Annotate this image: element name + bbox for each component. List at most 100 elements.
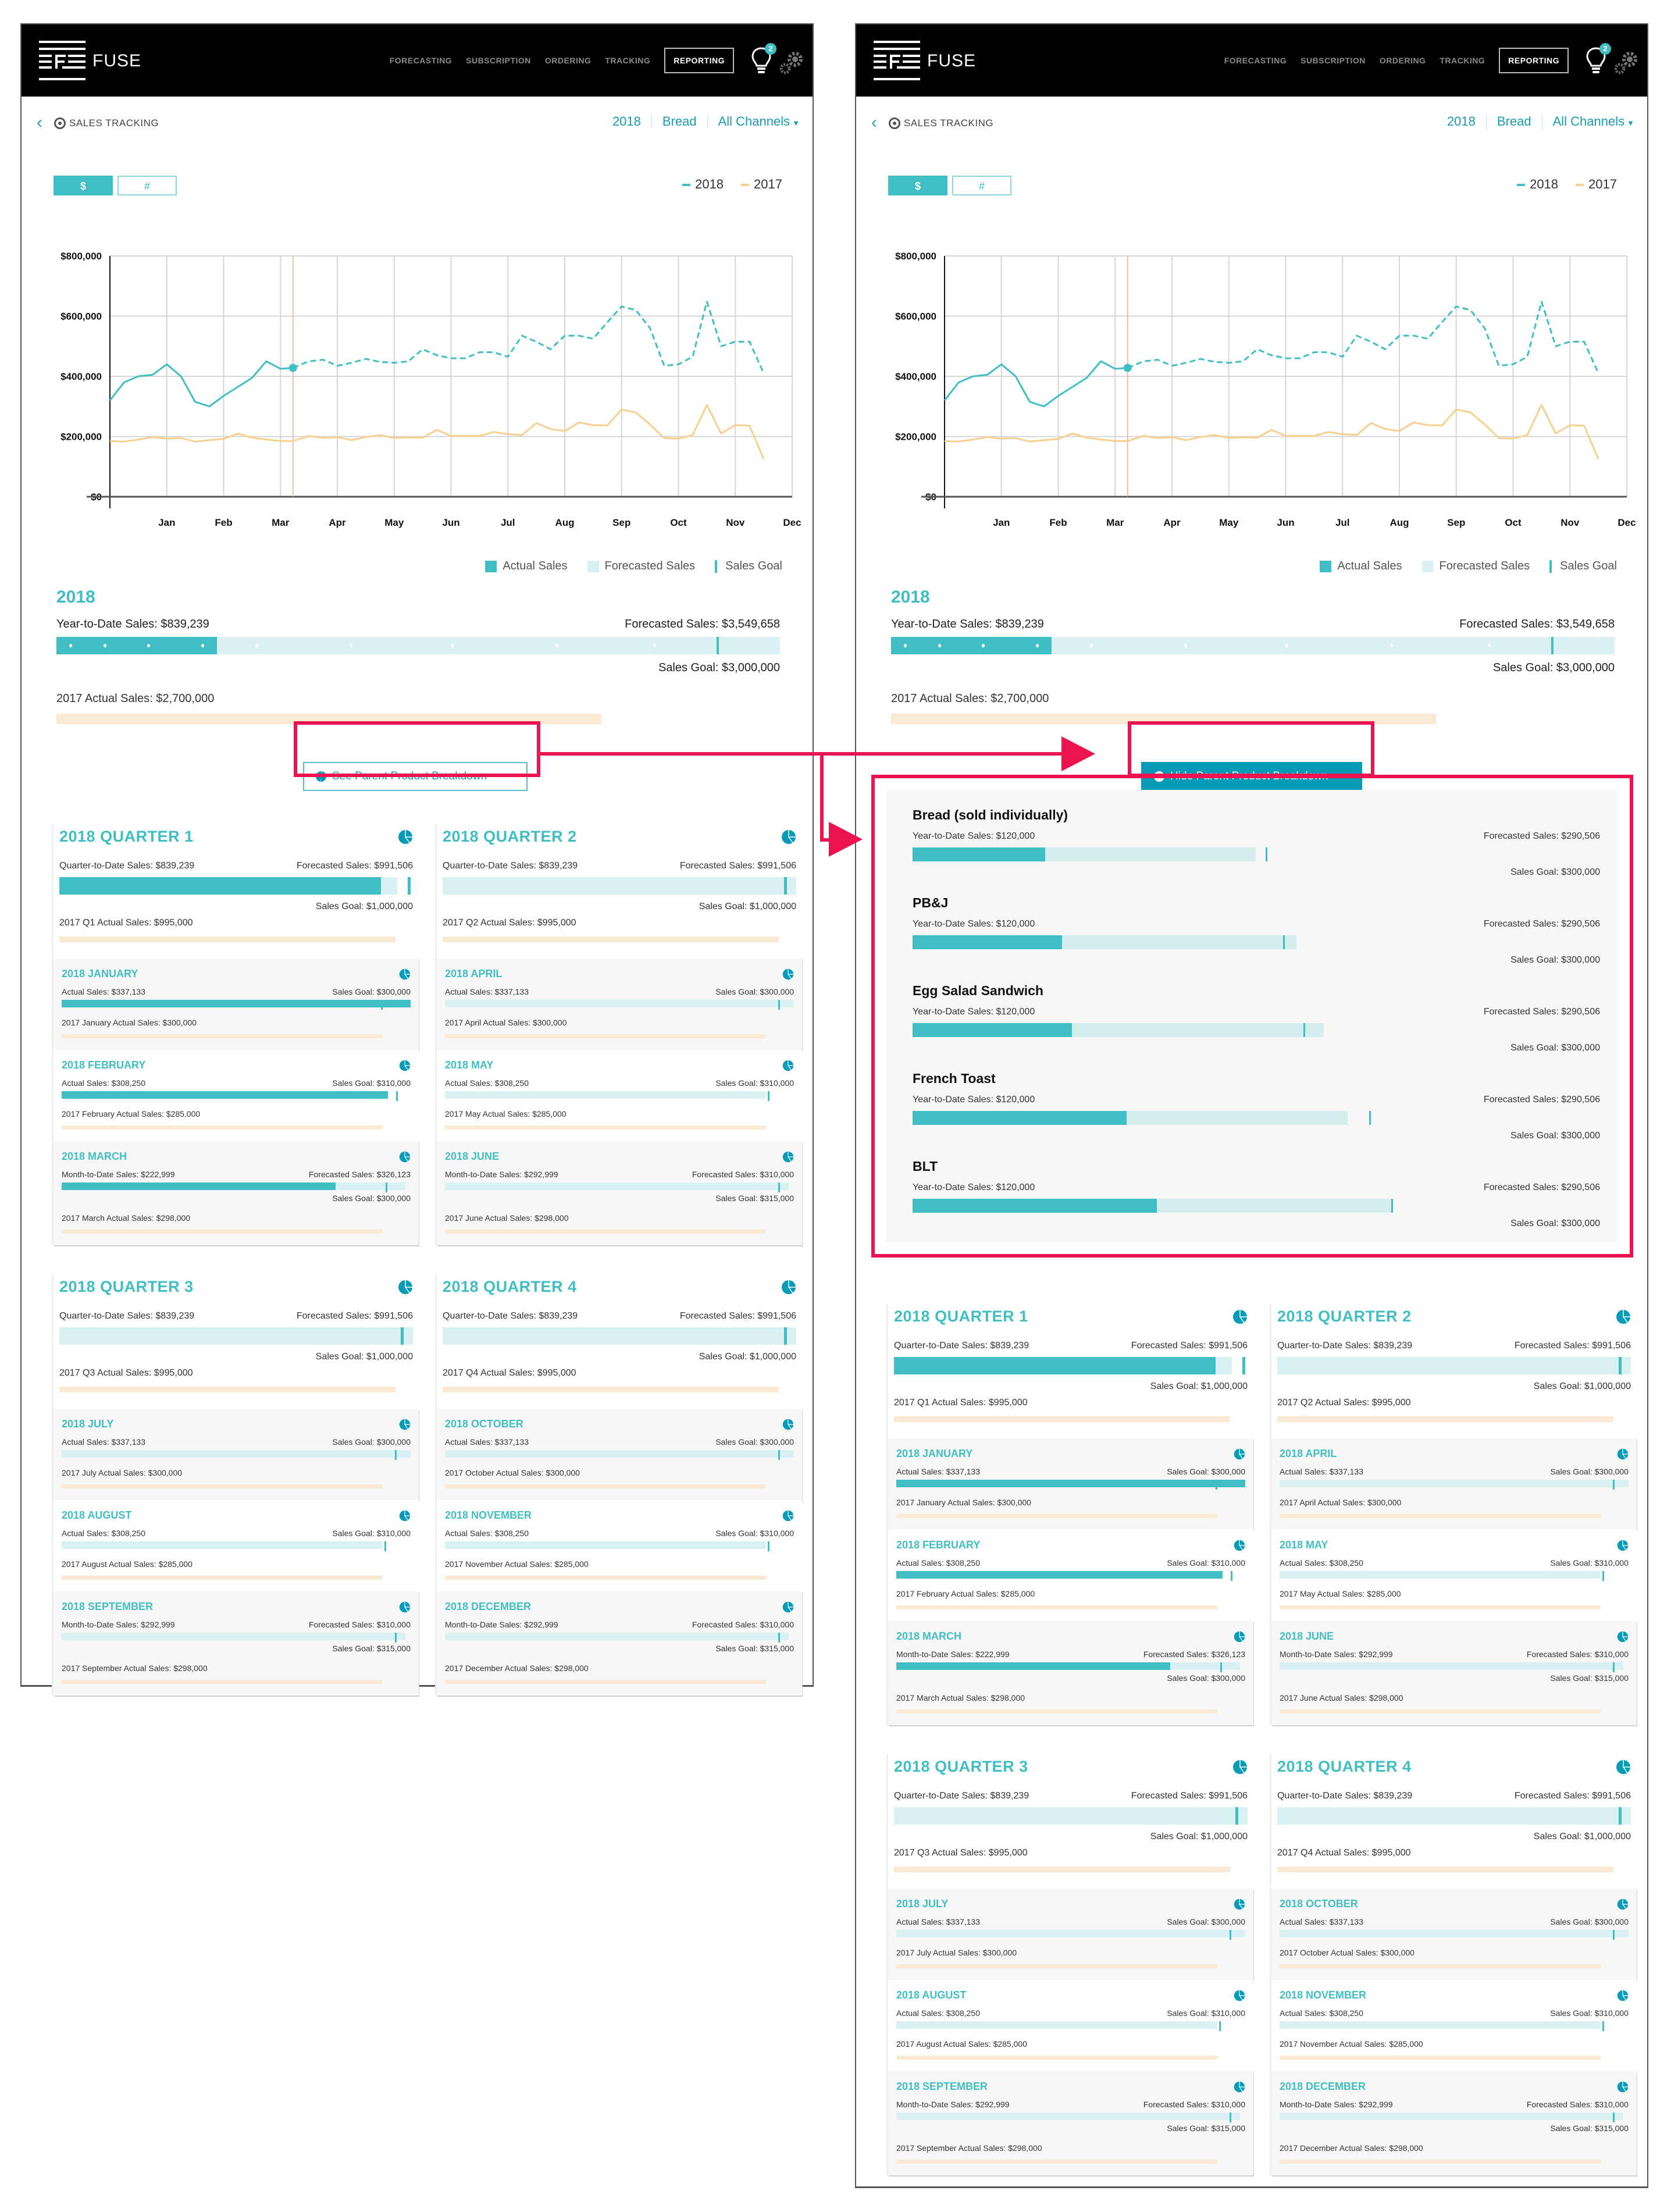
pie-chart-icon[interactable] [782,1060,794,1071]
pie-chart-icon[interactable] [1617,1990,1629,2001]
pie-chart-icon[interactable] [782,1601,794,1613]
quarter-todate-label: Quarter-to-Date Sales: $839,239 [1277,1791,1413,1801]
nav-reporting[interactable]: REPORTING [664,48,734,73]
legend-item-2018: 2018 [682,177,724,192]
pie-chart-icon[interactable] [1234,2081,1245,2093]
pie-chart-icon[interactable] [1617,1631,1629,1643]
top-navigation-bar: FUSE FORECASTING SUBSCRIPTION ORDERING T… [22,24,813,97]
quarter-goal-label: Sales Goal: $1,000,000 [699,902,796,911]
prev-year-bar [59,1387,396,1392]
count-toggle-button[interactable]: # [117,176,177,195]
fuse-logo-icon[interactable] [39,41,85,80]
forecast-fill [1280,1662,1623,1670]
month-card: 2018 SEPTEMBER Month-to-Date Sales: $292… [888,2071,1253,2175]
pie-chart-icon[interactable] [1617,1898,1629,1910]
pie-chart-icon[interactable] [1616,1759,1631,1775]
quarter-card-3: 2018 QUARTER 3 Quarter-to-Date Sales: $8… [52,1274,419,1695]
forecast-fill [62,1633,405,1640]
ytd-fill [891,637,1052,654]
nav-ordering[interactable]: ORDERING [1380,56,1426,65]
prev-year-bar [445,1125,766,1130]
month-title: 2018 OCTOBER [1280,1898,1358,1910]
pie-chart-icon[interactable] [1234,1990,1245,2001]
pie-chart-icon[interactable] [782,1151,794,1163]
quarter-prev-label: 2017 Q3 Actual Sales: $995,000 [894,1848,1028,1858]
pie-chart-icon[interactable] [399,1510,411,1522]
pie-chart-icon[interactable] [399,968,411,980]
pie-chart-icon[interactable] [399,1419,411,1430]
chevron-left-icon[interactable]: ‹ [871,114,877,131]
ytd-sales-label: Year-to-Date Sales: $839,239 [56,618,209,631]
quarter-title: 2018 QUARTER 4 [1277,1758,1412,1775]
month-left-label: Month-to-Date Sales: $292,999 [445,1170,558,1179]
month-progress-bar [896,2021,1245,2031]
notifications-button[interactable]: 2 [1586,43,1611,74]
month-right-label: Sales Goal: $300,000 [1550,1917,1629,1926]
fuse-logo-icon[interactable] [874,41,920,80]
month-left-label: Month-to-Date Sales: $292,999 [1280,1650,1393,1659]
x-tick-label: Oct [670,517,687,528]
month-right-label: Sales Goal: $310,000 [1167,2008,1245,2018]
filter-product[interactable]: Bread [662,114,697,129]
nav-forecasting[interactable]: FORECASTING [1224,56,1287,65]
month-title: 2018 JUNE [445,1150,500,1162]
chevron-left-icon[interactable]: ‹ [37,114,42,131]
pie-chart-icon[interactable] [1232,1309,1248,1324]
pie-chart-icon[interactable] [1234,1540,1245,1551]
month-progress-bar [896,1480,1245,1490]
dollar-toggle-button[interactable]: $ [54,176,113,195]
pie-chart-icon[interactable] [399,1601,411,1613]
nav-subscription[interactable]: SUBSCRIPTION [1301,56,1366,65]
pie-chart-icon[interactable] [782,1510,794,1522]
dollar-toggle-button[interactable]: $ [888,176,947,195]
pie-chart-icon[interactable] [1234,1448,1245,1460]
pie-chart-icon[interactable] [782,1419,794,1430]
pie-chart-icon[interactable] [399,1151,411,1163]
pie-chart-icon[interactable] [782,968,794,980]
nav-ordering[interactable]: ORDERING [545,56,591,65]
pie-chart-icon[interactable] [398,1280,413,1295]
goal-marker [400,1327,404,1345]
pie-chart-icon[interactable] [1617,1540,1629,1551]
prev-year-bar [894,1867,1230,1872]
x-tick-label: Sep [1447,517,1465,528]
pie-chart-icon[interactable] [781,829,796,845]
goal-marker [395,1633,397,1643]
nav-reporting[interactable]: REPORTING [1499,48,1569,73]
prev-year-bar [1277,1416,1613,1422]
quarter-card-1: 2018 QUARTER 1 Quarter-to-Date Sales: $8… [886,1304,1253,1725]
filter-channel-dropdown[interactable]: All Channels ▼ [718,114,800,129]
nav-forecasting[interactable]: FORECASTING [390,56,452,65]
pie-chart-icon[interactable] [781,1280,796,1295]
pie-chart-icon[interactable] [1616,1309,1631,1324]
filter-channel-dropdown[interactable]: All Channels ▼ [1553,114,1634,129]
pie-chart-icon[interactable] [1234,1631,1245,1643]
gear-icon[interactable] [1613,50,1639,76]
nav-tracking[interactable]: TRACKING [605,56,650,65]
goal-marker [1551,637,1554,654]
pie-chart-icon[interactable] [1617,2081,1629,2093]
product-progress-bar [913,1023,1592,1037]
nav-tracking[interactable]: TRACKING [1440,56,1485,65]
quarter-title: 2018 QUARTER 1 [59,828,194,845]
legend-label: Forecasted Sales [604,560,696,572]
filter-year[interactable]: 2018 [1447,114,1476,129]
month-card: 2018 JANUARY Actual Sales: $337,133 Sale… [54,959,419,1050]
gear-icon[interactable] [779,50,804,76]
pie-chart-icon[interactable] [399,1060,411,1071]
goal-marker [768,1091,769,1101]
pie-chart-icon[interactable] [1617,1448,1629,1460]
filter-product[interactable]: Bread [1497,114,1531,129]
pie-chart-icon[interactable] [1234,1898,1245,1910]
count-toggle-button[interactable]: # [952,176,1011,195]
year-progress-bar [891,637,1615,654]
filter-year[interactable]: 2018 [612,114,641,129]
main-nav: FORECASTING SUBSCRIPTION ORDERING TRACKI… [1224,48,1569,73]
pie-chart-icon[interactable] [398,829,413,845]
notifications-button[interactable]: 2 [751,43,776,74]
pie-chart-icon[interactable] [1232,1759,1248,1775]
product-list: Bread (sold individually) Year-to-Date Sa… [886,790,1618,1242]
nav-subscription[interactable]: SUBSCRIPTION [466,56,531,65]
goal-marker [1282,935,1285,949]
product-ytd-label: Year-to-Date Sales: $120,000 [913,1095,1035,1105]
